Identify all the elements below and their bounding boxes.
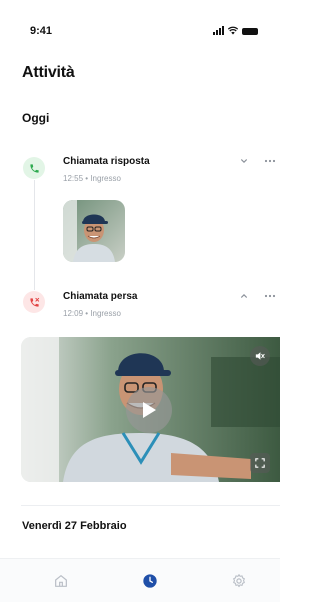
- chevron-up-icon[interactable]: [238, 290, 250, 302]
- status-time: 9:41: [30, 25, 53, 37]
- home-icon: [55, 575, 67, 587]
- phone-incoming-icon: [23, 157, 45, 179]
- tab-bar: [0, 558, 280, 602]
- visitor-snapshot-thumbnail[interactable]: [63, 200, 125, 262]
- play-button[interactable]: [126, 387, 172, 433]
- tab-activity[interactable]: [140, 571, 160, 591]
- video-player[interactable]: [21, 337, 280, 482]
- activity-subtitle: 12:55 • Ingresso: [63, 174, 121, 183]
- phone-missed-icon: [23, 291, 45, 313]
- tab-settings[interactable]: [229, 571, 249, 591]
- cellular-signal-icon: [213, 26, 224, 35]
- volume-mute-icon: [255, 352, 265, 360]
- status-bar: 9:41: [0, 0, 280, 44]
- section-header-today: Oggi: [22, 111, 50, 125]
- gear-icon: [233, 574, 245, 588]
- battery-icon: [242, 28, 258, 35]
- activity-subtitle: 12:09 • Ingresso: [63, 309, 121, 318]
- more-horizontal-icon[interactable]: [262, 290, 278, 302]
- mute-button[interactable]: [250, 346, 270, 366]
- section-header-date: Venerdì 27 Febbraio: [22, 520, 127, 532]
- section-divider: [21, 505, 280, 506]
- more-horizontal-icon[interactable]: [262, 155, 278, 167]
- activity-title[interactable]: Chiamata persa: [63, 291, 137, 302]
- page-title: Attività: [22, 64, 75, 81]
- tab-home[interactable]: [51, 571, 71, 591]
- timeline-connector: [34, 180, 35, 290]
- play-icon: [143, 402, 156, 418]
- status-icons: [213, 26, 258, 35]
- fullscreen-icon: [255, 458, 265, 468]
- activity-title[interactable]: Chiamata risposta: [63, 156, 150, 167]
- wifi-icon: [228, 26, 238, 35]
- fullscreen-button[interactable]: [250, 453, 270, 473]
- chevron-down-icon[interactable]: [238, 155, 250, 167]
- clock-icon: [143, 574, 157, 588]
